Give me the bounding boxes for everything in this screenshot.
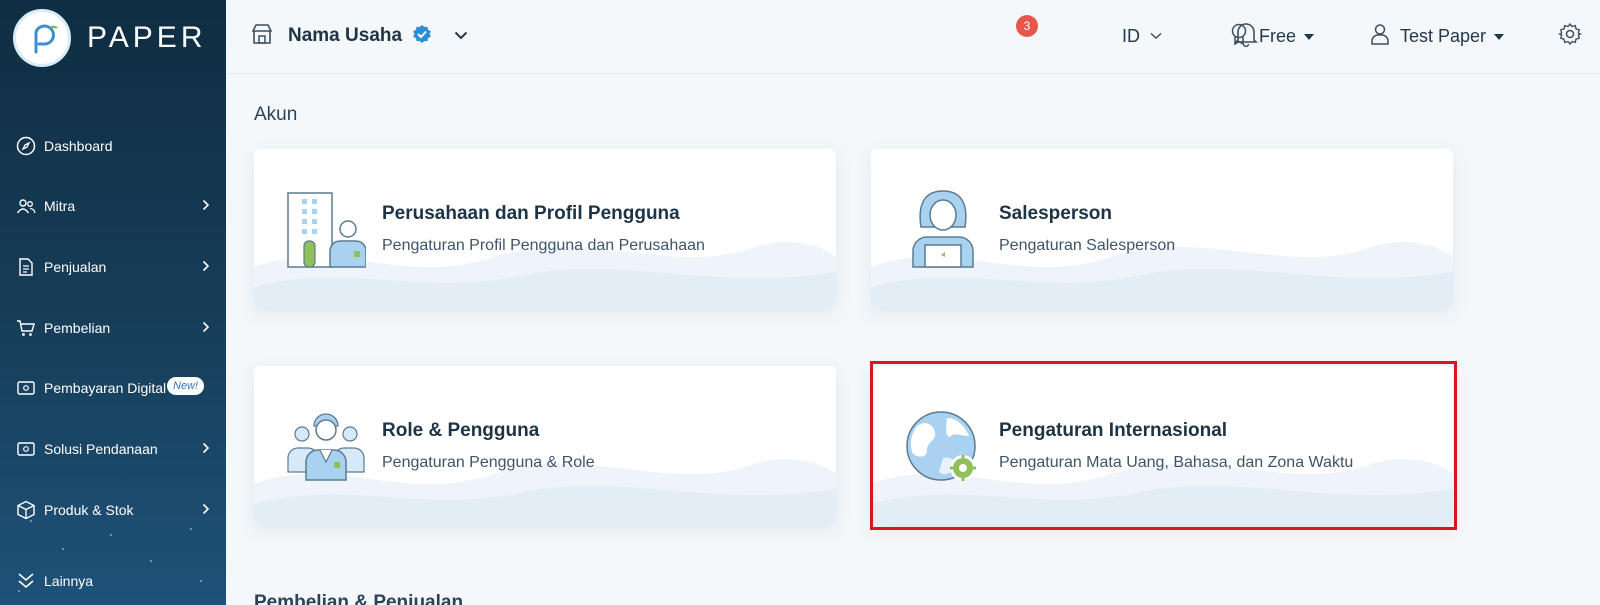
gear-icon xyxy=(1557,22,1583,51)
user-icon xyxy=(1370,23,1390,50)
chevron-down-icon xyxy=(1150,27,1162,45)
brand[interactable]: PAPER xyxy=(13,9,206,67)
plan-label: Free xyxy=(1259,25,1297,46)
language-selector[interactable]: ID xyxy=(1122,0,1162,72)
sidebar-item-lainnya[interactable]: Lainnya xyxy=(0,561,226,601)
award-icon xyxy=(1229,22,1249,51)
sidebar-item-solusi-pendanaan[interactable]: Solusi Pendanaan xyxy=(0,429,226,469)
globe-gear-icon xyxy=(906,411,976,481)
new-badge: New! xyxy=(167,377,205,395)
card-international-settings[interactable]: Pengaturan Internasional Pengaturan Mata… xyxy=(871,366,1453,524)
sidebar-item-label: Mitra xyxy=(44,198,76,214)
sidebar-item-pembelian[interactable]: Pembelian xyxy=(0,308,226,348)
notification-count-badge: 3 xyxy=(1016,15,1038,37)
sidebar-item-penjualan[interactable]: Penjualan xyxy=(0,247,226,287)
compass-icon xyxy=(15,135,37,157)
sidebar-item-dashboard[interactable]: Dashboard xyxy=(0,126,226,166)
business-selector[interactable]: Nama Usaha xyxy=(251,0,468,72)
box-icon xyxy=(15,499,37,521)
users-icon xyxy=(15,195,37,217)
settings-button[interactable] xyxy=(1557,0,1583,72)
cash-icon xyxy=(15,438,37,460)
caret-down-icon xyxy=(1494,27,1505,45)
card-description: Pengaturan Profil Pengguna dan Perusahaa… xyxy=(382,237,705,254)
language-label: ID xyxy=(1122,25,1140,46)
card-role-users[interactable]: Role & Pengguna Pengaturan Pengguna & Ro… xyxy=(254,366,836,524)
sidebar-item-pembayaran-digital[interactable]: Pembayaran Digital New! xyxy=(0,368,226,408)
card-title: Salesperson xyxy=(999,203,1112,224)
chevron-right-icon xyxy=(202,441,210,459)
sidebar-item-label: Produk & Stok xyxy=(44,502,134,518)
card-title: Role & Pengguna xyxy=(382,420,540,441)
chevron-right-icon xyxy=(202,502,210,520)
store-icon xyxy=(251,23,273,50)
card-company-profile[interactable]: Perusahaan dan Profil Pengguna Pengatura… xyxy=(254,149,836,307)
caret-down-icon xyxy=(1304,27,1315,45)
chevron-right-icon xyxy=(202,198,210,216)
paper-logo-icon xyxy=(13,9,71,67)
card-salesperson[interactable]: Salesperson Pengaturan Salesperson xyxy=(871,149,1453,307)
user-menu[interactable]: Test Paper xyxy=(1370,0,1505,72)
section-title-akun: Akun xyxy=(254,104,298,125)
company-profile-icon xyxy=(287,192,366,268)
sidebar-item-produk-stok[interactable]: Produk & Stok xyxy=(0,490,226,530)
brand-name: PAPER xyxy=(87,21,207,54)
top-header: Nama Usaha 3 ID Free Test Paper xyxy=(226,0,1600,74)
plan-selector[interactable]: Free xyxy=(1229,0,1315,72)
card-title: Pengaturan Internasional xyxy=(999,420,1228,441)
chevron-down-icon[interactable] xyxy=(454,27,468,45)
verified-badge-icon xyxy=(412,24,432,49)
chevron-right-icon xyxy=(202,259,210,277)
card-description: Pengaturan Pengguna & Role xyxy=(382,454,595,471)
sidebar-item-label: Pembayaran Digital xyxy=(44,380,167,396)
document-icon xyxy=(15,256,37,278)
double-chevron-down-icon xyxy=(15,570,37,592)
sidebar-item-label: Lainnya xyxy=(44,573,94,589)
card-description: Pengaturan Mata Uang, Bahasa, dan Zona W… xyxy=(999,454,1354,471)
sidebar-item-label: Pembelian xyxy=(44,320,111,336)
business-name: Nama Usaha xyxy=(288,25,403,46)
sidebar-item-mitra[interactable]: Mitra xyxy=(0,186,226,226)
chevron-right-icon xyxy=(202,320,210,338)
wallet-icon xyxy=(15,377,37,399)
user-name: Test Paper xyxy=(1400,25,1487,46)
card-title: Perusahaan dan Profil Pengguna xyxy=(382,203,680,224)
team-icon xyxy=(287,413,365,481)
sidebar-item-label: Dashboard xyxy=(44,138,113,154)
salesperson-icon xyxy=(912,190,974,268)
cart-icon xyxy=(15,317,37,339)
section-title-pembelian-penjualan: Pembelian & Penjualan xyxy=(254,592,464,605)
sidebar-item-label: Penjualan xyxy=(44,259,107,275)
sidebar: PAPER Dashboard Mitra Penjualan Pembelia… xyxy=(0,0,226,605)
sidebar-item-label: Solusi Pendanaan xyxy=(44,441,158,457)
card-description: Pengaturan Salesperson xyxy=(999,237,1176,254)
